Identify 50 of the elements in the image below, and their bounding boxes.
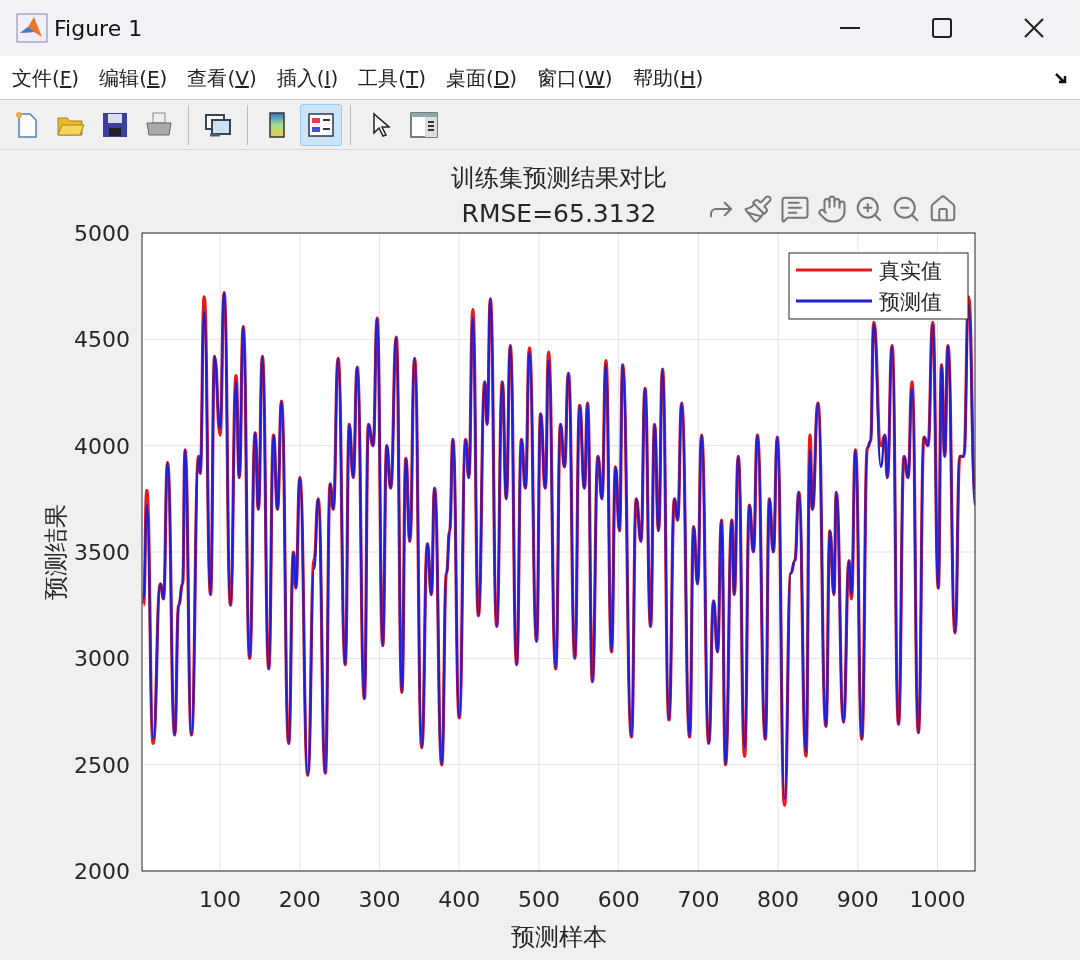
legend-icon <box>307 111 335 138</box>
tick-label: 5000 <box>74 221 130 246</box>
menu-item[interactable]: 帮助(H) <box>632 62 704 93</box>
tick-label: 700 <box>677 887 720 912</box>
menu-item[interactable]: 查看(V) <box>187 62 257 93</box>
dock-arrow-icon[interactable] <box>1054 70 1068 85</box>
tick-label: 400 <box>438 887 481 912</box>
toolbar-button[interactable] <box>300 103 342 146</box>
tick-label: 1000 <box>909 887 966 912</box>
legend-label: 真实值 <box>879 259 942 283</box>
tick-label: 2500 <box>74 752 130 778</box>
tick-label: 500 <box>517 887 560 912</box>
tick-label: 4500 <box>74 327 130 353</box>
menu-item[interactable]: 窗口(W) <box>537 62 613 93</box>
pointer-icon <box>370 111 390 138</box>
tick-label: 900 <box>836 887 879 912</box>
property-panel-icon <box>409 110 439 139</box>
menu-item[interactable]: 工具(T) <box>358 62 427 93</box>
zoom-in-icon[interactable] <box>854 194 884 224</box>
tick-label: 3500 <box>74 540 130 565</box>
brush-icon[interactable] <box>743 194 773 224</box>
x-axis-label: 预测样本 <box>511 924 607 950</box>
menu-item[interactable]: 文件(F) <box>12 62 80 93</box>
tick-label: 100 <box>199 887 242 912</box>
chart-title: RMSE=65.3132 <box>461 199 657 228</box>
tick-label: 4000 <box>74 433 130 459</box>
tick-label: 2000 <box>74 859 130 884</box>
matlab-logo-icon <box>16 13 48 43</box>
printer-icon <box>144 110 174 139</box>
tick-label: 300 <box>358 887 401 912</box>
home-icon[interactable] <box>928 194 958 224</box>
close-icon <box>1024 18 1044 38</box>
zoom-out-icon[interactable] <box>891 194 921 224</box>
legend-label: 预测值 <box>879 290 942 314</box>
data-tip-icon[interactable] <box>780 194 810 224</box>
y-axis-label: 预测结果 <box>43 504 69 600</box>
colorbar-icon <box>267 110 287 139</box>
chart-title: 训练集预测结果对比 <box>451 165 667 191</box>
tick-label: 200 <box>278 887 321 912</box>
menu-item[interactable]: 桌面(D) <box>446 62 518 93</box>
tick-label: 800 <box>757 887 800 912</box>
window-title: Figure 1 <box>54 14 143 43</box>
new-file-icon <box>14 110 40 139</box>
tick-label: 600 <box>597 887 640 912</box>
minimize-icon <box>840 27 860 29</box>
tick-label: 3000 <box>74 646 130 672</box>
pan-icon[interactable] <box>817 194 847 224</box>
maximize-icon <box>932 18 952 38</box>
menu-item[interactable]: 编辑(E) <box>99 62 168 93</box>
menu-item[interactable]: 插入(I) <box>276 62 339 93</box>
